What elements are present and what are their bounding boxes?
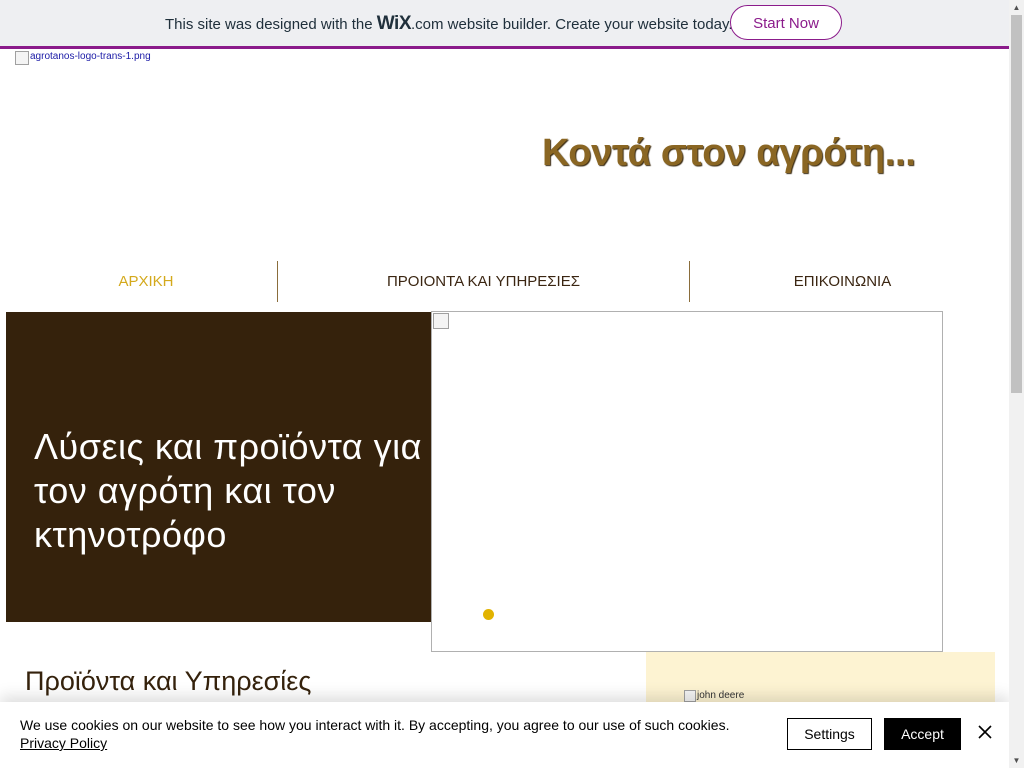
broken-image-icon	[433, 313, 449, 329]
hero-title: Λύσεις και προϊόντα για τον αγρότη και τ…	[34, 426, 422, 555]
john-deere-alt: john deere	[697, 690, 745, 701]
products-heading: Προϊόντα και Υπηρεσίες	[25, 666, 312, 696]
wix-dotcom[interactable]: .com	[411, 16, 444, 33]
cookie-text: We use cookies on our website to see how…	[20, 717, 730, 733]
broken-image-icon	[15, 51, 29, 65]
site-logo[interactable]: agrotanos-logo-trans-1.png	[15, 51, 151, 65]
hero-slideshow[interactable]	[431, 311, 943, 652]
wix-banner-suffix: website builder. Create your website tod…	[443, 16, 733, 33]
wix-logo[interactable]: WiX	[377, 13, 412, 34]
wix-banner-prefix: This site was designed with the	[165, 16, 377, 33]
broken-image-icon	[684, 690, 696, 702]
close-icon[interactable]	[976, 723, 994, 741]
nav-item-contact[interactable]: ΕΠΙΚΟΙΝΩΝΙΑ	[690, 262, 995, 302]
privacy-policy-link[interactable]: Privacy Policy	[20, 735, 107, 751]
slide-indicator-dot[interactable]	[483, 609, 494, 620]
scroll-up-arrow-icon[interactable]: ▲	[1009, 0, 1024, 15]
site-logo-alt: agrotanos-logo-trans-1.png	[30, 51, 151, 62]
wix-banner-text: This site was designed with the WiX.com …	[165, 13, 733, 35]
cookie-accept-button[interactable]: Accept	[884, 718, 961, 750]
cookie-message: We use cookies on our website to see how…	[20, 716, 740, 752]
cookie-settings-button[interactable]: Settings	[787, 718, 872, 750]
nav-item-home[interactable]: ΑΡΧΙΚΗ	[15, 262, 277, 302]
wix-banner: This site was designed with the WiX.com …	[0, 0, 1009, 49]
nav-item-products[interactable]: ΠΡΟΙΟΝΤΑ ΚΑΙ ΥΠΗΡΕΣΙΕΣ	[278, 262, 689, 302]
john-deere-image[interactable]: john deere	[684, 690, 744, 702]
scroll-down-arrow-icon[interactable]: ▼	[1009, 753, 1024, 768]
start-now-button[interactable]: Start Now	[730, 5, 842, 40]
scrollbar-thumb[interactable]	[1011, 15, 1022, 393]
site-tagline: Κοντά στον αγρότη...	[542, 132, 916, 174]
